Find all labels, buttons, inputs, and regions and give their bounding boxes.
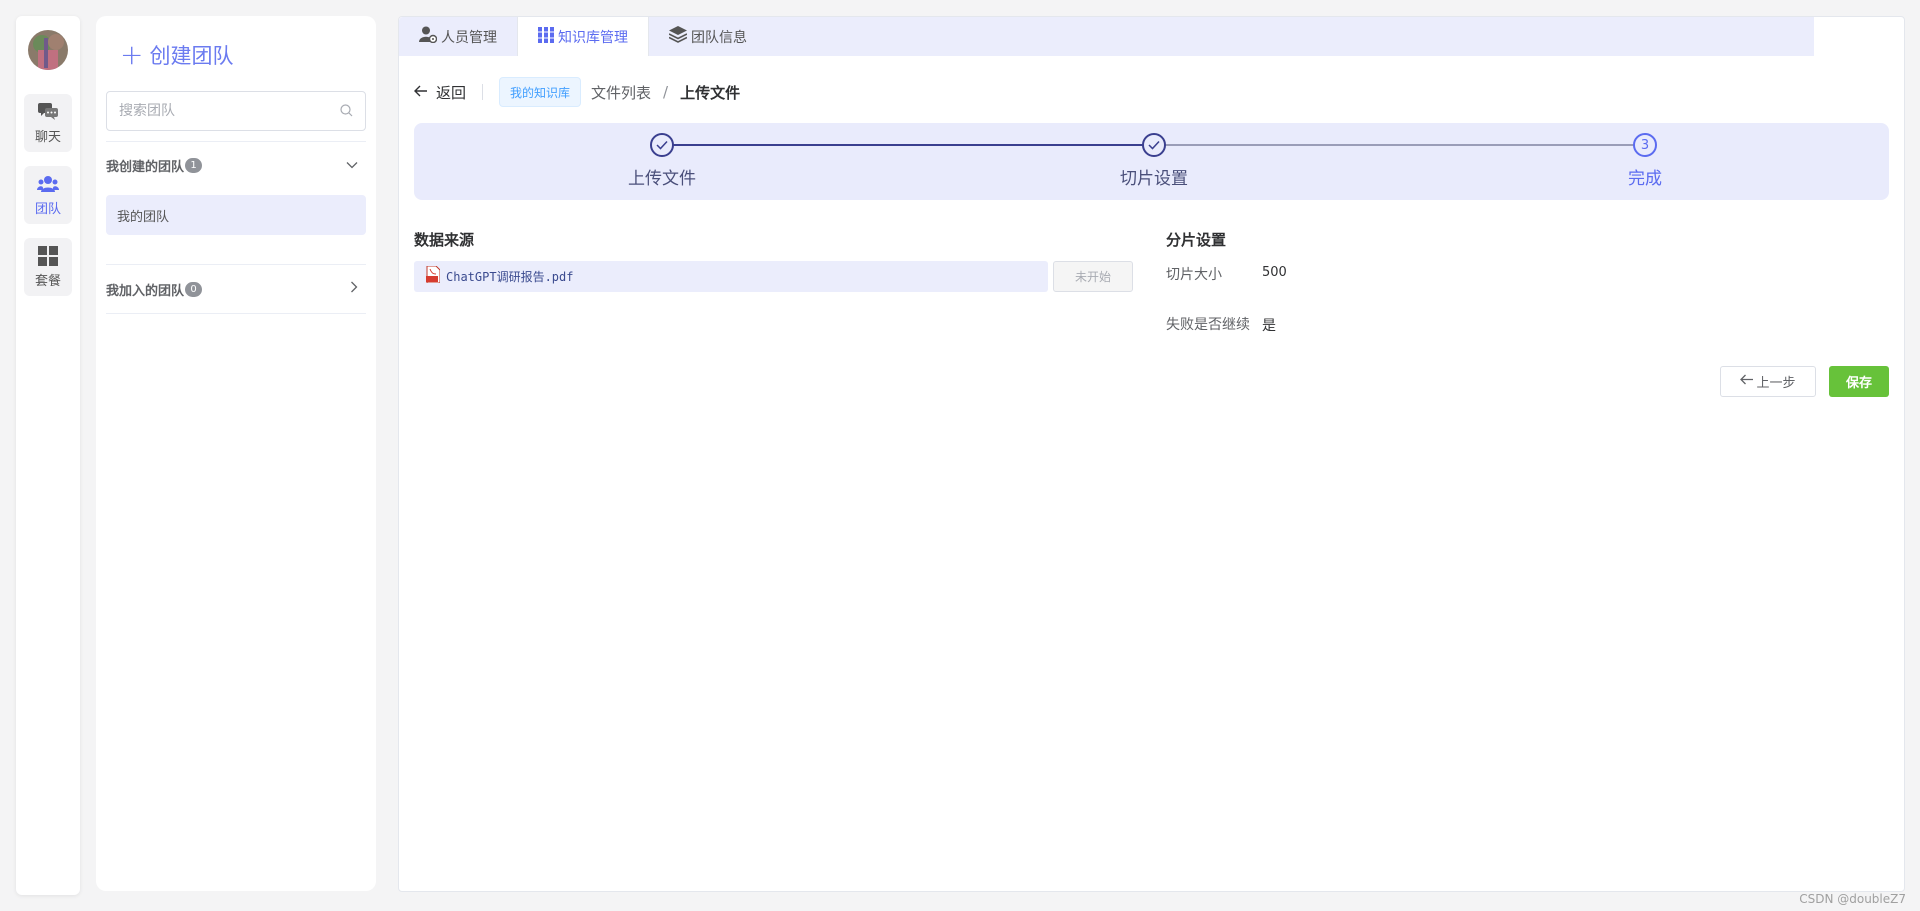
data-source-title: 数据来源 [414,231,475,249]
create-team-label: 创建团队 [149,44,234,68]
divider [482,84,484,100]
nav-team[interactable]: 团队 [24,166,72,224]
step-done-icon [650,133,674,157]
divider [106,264,366,265]
breadcrumb-current: 上传文件 [680,83,741,102]
tab-bar: 人员管理 知识库管理 团队信息 [399,17,1814,56]
step-title: 完成 [1628,169,1662,189]
avatar[interactable] [28,30,68,70]
grid-icon [37,245,59,267]
prev-step-label: 上一步 [1756,376,1796,391]
divider [106,141,366,142]
created-teams-header[interactable]: 我创建的团队 1 [106,150,366,180]
library-icon [538,26,554,47]
tab-members[interactable]: 人员管理 [399,17,517,56]
nav-chat[interactable]: 聊天 [24,94,72,152]
step-title: 切片设置 [1120,169,1188,189]
prev-step-button[interactable]: 上一步 [1720,366,1816,397]
chunk-size-value: 500 [1262,265,1287,280]
continue-on-fail-value: 是 [1262,318,1276,334]
progress-steps: 3 上传文件 切片设置 完成 [414,123,1889,200]
status-button[interactable]: 未开始 [1053,261,1133,292]
file-name: ChatGPT调研报告.pdf [446,270,574,284]
tab-members-label: 人员管理 [441,29,497,46]
step-number: 3 [1633,133,1657,157]
file-row[interactable]: ChatGPT调研报告.pdf [414,261,1048,292]
nav-plan-label: 套餐 [34,274,61,289]
tab-team-info-label: 团队信息 [691,29,747,46]
team-icon [37,173,59,195]
created-teams-count: 1 [185,157,203,173]
created-teams-label: 我创建的团队 [106,159,185,175]
chevron-down-icon [346,158,358,173]
team-search [106,91,366,131]
joined-teams-label: 我加入的团队 [106,283,185,299]
tab-team-info[interactable]: 团队信息 [649,17,767,56]
save-button[interactable]: 保存 [1829,366,1889,397]
breadcrumb: 返回 我的知识库 文件列表 / 上传文件 [414,77,740,107]
nav-chat-label: 聊天 [34,130,61,145]
team-item[interactable]: 我的团队 [106,195,366,235]
joined-teams-count: 0 [185,281,203,297]
breadcrumb-separator: / [663,83,669,101]
chevron-right-icon [350,281,358,297]
knowledge-base-tag[interactable]: 我的知识库 [499,77,582,107]
nav-rail: 聊天 团队 套餐 [16,16,80,895]
tab-knowledge-base[interactable]: 知识库管理 [517,17,649,56]
joined-teams-header[interactable]: 我加入的团队 0 [106,274,366,304]
chunk-settings-title: 分片设置 [1166,231,1227,249]
team-panel: + 创建团队 我创建的团队 1 我的团队 我加入的团队 0 [96,16,376,891]
user-settings-icon [419,26,438,47]
arrow-left-icon [414,83,428,101]
chat-icon [37,101,59,123]
nav-plan[interactable]: 套餐 [24,238,72,296]
breadcrumb-file-list[interactable]: 文件列表 [591,82,651,103]
step-done-icon [1142,133,1166,157]
tab-knowledge-base-label: 知识库管理 [558,29,628,46]
main-content: 人员管理 知识库管理 团队信息 返回 我的知识库 文件列表 / 上传文件 3 上… [398,16,1905,892]
step-connector [663,144,1143,146]
plus-icon: + [120,38,144,71]
watermark: CSDN @doubleZ7 [1799,892,1906,906]
continue-on-fail-label: 失败是否继续 [1166,317,1250,333]
step-connector [1155,144,1634,146]
divider [106,313,366,314]
layers-icon [668,26,688,47]
step-title: 上传文件 [628,169,696,189]
search-icon[interactable] [340,102,353,121]
pdf-icon [426,265,441,287]
arrow-left-icon [1740,374,1754,389]
back-label: 返回 [436,83,467,102]
back-button[interactable]: 返回 [414,82,466,103]
chunk-size-label: 切片大小 [1166,267,1222,283]
team-search-input[interactable] [119,103,340,119]
create-team-button[interactable]: + 创建团队 [120,40,233,70]
nav-team-label: 团队 [34,202,61,217]
